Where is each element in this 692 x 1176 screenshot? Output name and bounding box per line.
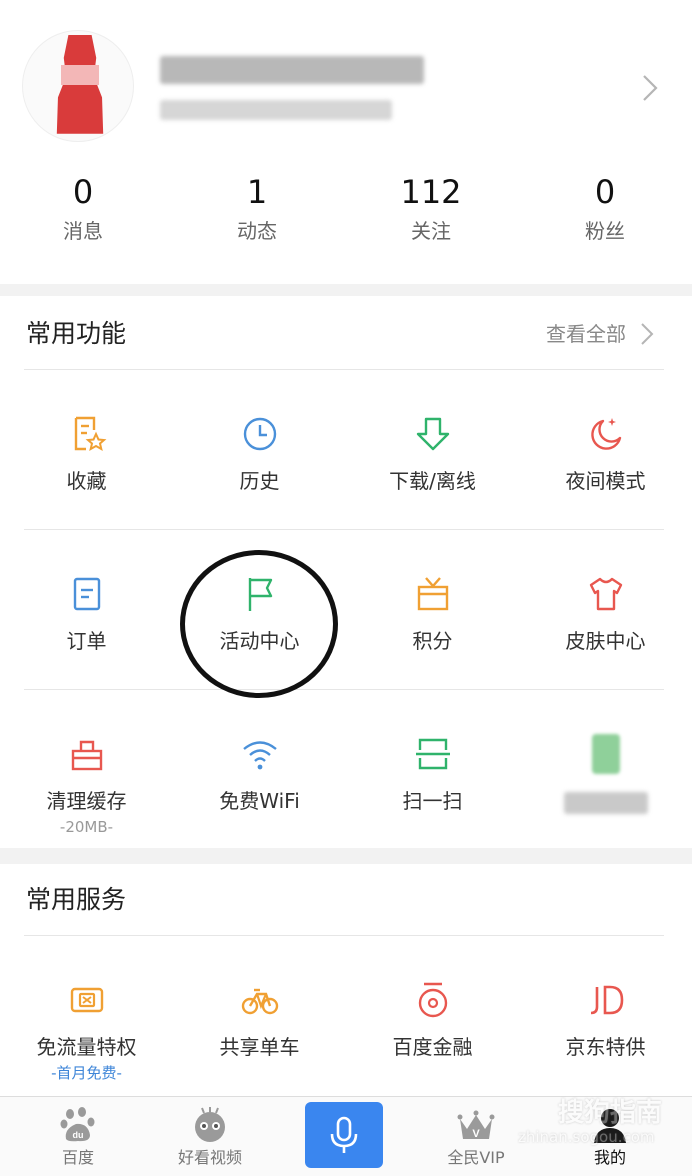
baidu-paw-icon: du [60,1107,95,1142]
service-label: 百度金融 [392,1035,473,1059]
microphone-icon [330,1116,358,1153]
stat-posts[interactable]: 1 动态 [197,172,317,246]
chevron-right-icon[interactable] [638,321,656,347]
common-functions-section: 常用功能 查看全部 收藏 历史 下载/离线 夜间模式 订单 活动中心 积分 皮肤… [0,296,692,848]
avatar-image [56,35,104,134]
stat-value: 112 [400,173,462,211]
highlight-circle [180,550,338,698]
function-free-wifi[interactable]: 免费WiFi [173,734,346,816]
function-download[interactable]: 下载/离线 [346,414,519,496]
stat-label: 关注 [411,219,451,243]
watermark-url: zhinan.sogou.com [518,1128,655,1146]
tab-label: 我的 [593,1148,626,1167]
clean-cache-icon [71,740,102,771]
view-all-link[interactable]: 查看全部 [546,316,626,352]
function-night-mode[interactable]: 夜间模式 [519,414,692,496]
night-mode-icon [590,418,621,450]
function-clean-cache[interactable]: 清理缓存 -20MB- [0,734,173,838]
svg-text:du: du [73,1130,84,1140]
function-label: 下载/离线 [389,469,476,493]
watermark-text: 搜狗指南 [558,1098,663,1128]
stat-label: 消息 [63,219,103,243]
function-redacted[interactable] [519,734,692,816]
stat-value: 1 [246,173,268,211]
divider [24,529,664,530]
service-label: 京东特供 [565,1035,646,1059]
section-title: 常用功能 [26,319,127,348]
function-scan[interactable]: 扫一扫 [346,734,519,816]
function-label: 免费WiFi [219,789,300,813]
phone-icon [591,734,620,774]
service-bike-share[interactable]: 共享单车 [173,980,346,1062]
stat-value: 0 [72,173,94,211]
history-clock-icon [243,417,276,451]
service-jd-special[interactable]: 京东特供 [519,980,692,1062]
jd-logo-icon [590,985,623,1015]
download-icon [416,417,449,451]
chevron-right-icon[interactable] [636,72,662,104]
divider [24,935,664,936]
function-points[interactable]: 积分 [346,574,519,656]
function-label-redacted [519,786,692,816]
scan-icon [415,738,450,770]
wifi-icon [242,741,277,770]
favorites-icon [74,416,106,451]
bicycle-icon [241,988,278,1015]
function-history[interactable]: 历史 [173,414,346,496]
service-free-data[interactable]: 免流量特权 -首月免费- [0,980,173,1084]
gift-box-icon [417,577,448,611]
crown-icon: V [457,1110,495,1140]
tab-haokan-video[interactable]: 好看视频 [150,1097,270,1176]
function-label: 历史 [239,469,280,493]
section-title: 常用服务 [26,885,127,914]
user-subtitle-redacted [160,100,392,120]
function-label: 皮肤中心 [565,629,646,653]
common-services-section: 常用服务 免流量特权 -首月免费- 共享单车 百度金融 京东特供 [0,864,692,1096]
svg-text:V: V [472,1128,480,1140]
data-card-icon [70,987,103,1013]
stat-label: 粉丝 [585,219,625,243]
function-label: 夜间模式 [565,469,646,493]
service-label: 免流量特权 [36,1035,137,1059]
function-skin-center[interactable]: 皮肤中心 [519,574,692,656]
voice-search-button[interactable] [305,1102,383,1168]
stat-following[interactable]: 112 关注 [371,172,491,246]
order-icon [73,577,100,611]
tab-label: 全民VIP [447,1148,505,1167]
stats-row: 0 消息 1 动态 112 关注 0 粉丝 [0,172,692,252]
divider [24,689,664,690]
stat-followers[interactable]: 0 粉丝 [545,172,665,246]
username-redacted [160,56,424,84]
tab-label: 百度 [61,1148,94,1167]
stat-value: 0 [594,173,616,211]
service-label: 共享单车 [219,1035,300,1059]
shirt-icon [589,577,622,611]
function-label: 积分 [412,629,453,653]
service-promo: -首月免费- [51,1064,122,1082]
coin-icon [418,982,447,1018]
function-label: 扫一扫 [402,789,463,813]
stat-messages[interactable]: 0 消息 [23,172,143,246]
function-orders[interactable]: 订单 [0,574,173,656]
function-label: 清理缓存 [46,789,127,813]
function-label: 订单 [66,629,107,653]
tab-baidu[interactable]: du 百度 [18,1097,138,1176]
haokan-video-icon [195,1107,225,1142]
stat-label: 动态 [237,219,277,243]
service-baidu-finance[interactable]: 百度金融 [346,980,519,1062]
tab-label: 好看视频 [177,1148,242,1167]
profile-card[interactable]: 0 消息 1 动态 112 关注 0 粉丝 [0,0,692,284]
avatar[interactable] [22,30,134,142]
cache-size: -20MB- [59,818,114,836]
function-favorites[interactable]: 收藏 [0,414,173,496]
divider [24,369,664,370]
function-label: 收藏 [66,469,107,493]
watermark: 搜狗指南 zhinan.sogou.com [518,1088,678,1148]
avatar-image-detail [61,65,99,85]
